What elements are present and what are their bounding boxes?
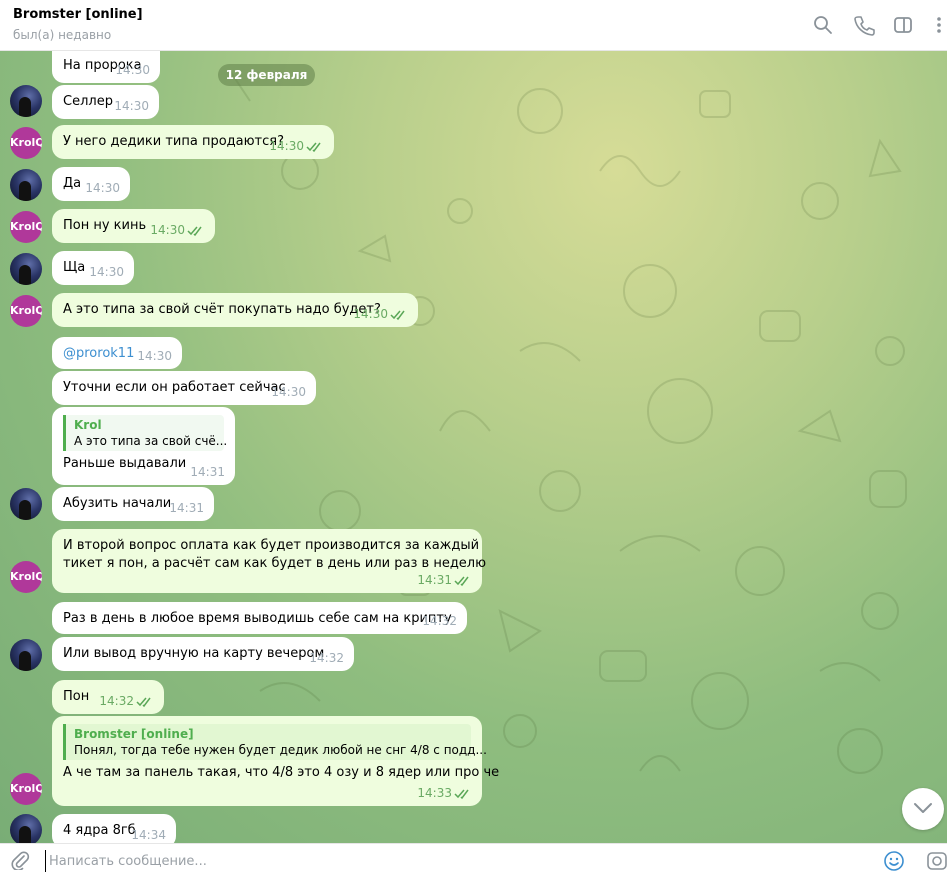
- message-incoming[interactable]: @prorok11 14:30: [52, 337, 182, 369]
- message-incoming[interactable]: Ща 14:30: [52, 251, 134, 285]
- avatar-bromster[interactable]: [10, 814, 42, 843]
- read-check-icon: [187, 226, 202, 237]
- avatar-bromster[interactable]: [10, 488, 42, 520]
- emoji-icon[interactable]: [883, 850, 905, 872]
- reply-quote[interactable]: Bromster [online] Понял, тогда тебе нуже…: [63, 724, 487, 760]
- chat-area[interactable]: 12 февраля На пророка 14:30 Селлер 14:30…: [0, 51, 947, 843]
- message-time: 14:30: [114, 99, 149, 113]
- message-time: 14:34: [131, 828, 166, 842]
- message-time: 14:32: [99, 694, 134, 708]
- message-time: 14:31: [190, 465, 225, 479]
- search-icon[interactable]: [812, 14, 834, 36]
- reply-quote[interactable]: Krol А это типа за свой счё...: [63, 415, 228, 451]
- message-text: Уточни если он работает сейчас: [63, 380, 286, 395]
- message-incoming[interactable]: Селлер 14:30: [52, 85, 159, 119]
- message-time: 14:30: [85, 181, 120, 195]
- message-time: 14:30: [353, 307, 388, 321]
- message-outgoing[interactable]: Пон 14:32: [52, 680, 164, 714]
- reply-author: Bromster [online]: [74, 727, 194, 741]
- avatar-bromster[interactable]: [10, 639, 42, 671]
- message-time: 14:30: [115, 63, 150, 77]
- chat-header: Bromster [online] был(а) недавно: [0, 0, 947, 51]
- avatar-bromster[interactable]: [10, 253, 42, 285]
- message-incoming-reply[interactable]: Krol А это типа за свой счё... Раньше вы…: [52, 407, 235, 485]
- message-outgoing[interactable]: Пон ну кинь 14:30: [52, 209, 215, 243]
- message-text: А че там за панель такая, что 4/8 это 4 …: [63, 765, 500, 780]
- message-incoming[interactable]: Раз в день в любое время выводишь себе с…: [52, 602, 467, 634]
- message-time: 14:30: [137, 349, 172, 363]
- chevron-down-icon: [914, 803, 932, 813]
- message-text-line2: тикет я пон, а расчёт сам как будет в де…: [63, 556, 487, 571]
- message-time: 14:31: [417, 573, 452, 587]
- message-outgoing[interactable]: У него дедики типа продаются? 14:30: [52, 125, 334, 159]
- read-check-icon: [306, 142, 321, 153]
- message-incoming[interactable]: Уточни если он работает сейчас 14:30: [52, 371, 316, 405]
- message-time: 14:33: [417, 786, 452, 800]
- message-outgoing[interactable]: И второй вопрос оплата как будет произво…: [52, 529, 487, 593]
- paperclip-icon[interactable]: [10, 850, 30, 870]
- message-incoming[interactable]: Да 14:30: [52, 167, 130, 201]
- message-time: 14:30: [89, 265, 124, 279]
- message-time: 14:30: [269, 139, 304, 153]
- read-check-icon: [454, 576, 469, 587]
- message-text: Или вывод вручную на карту вечером: [63, 646, 325, 661]
- avatar-krol[interactable]: KrolQ: [10, 127, 42, 159]
- video-message-icon[interactable]: [926, 850, 947, 872]
- avatar-krol[interactable]: KrolQ: [10, 773, 42, 805]
- message-outgoing[interactable]: А это типа за свой счёт покупать надо бу…: [52, 293, 418, 327]
- message-incoming[interactable]: 4 ядра 8гб 14:34: [52, 814, 176, 843]
- phone-icon[interactable]: [853, 14, 875, 36]
- avatar-krol[interactable]: KrolQ: [10, 211, 42, 243]
- message-composer: [0, 843, 947, 873]
- message-incoming[interactable]: Или вывод вручную на карту вечером 14:32: [52, 637, 354, 671]
- message-time: 14:32: [422, 614, 457, 628]
- avatar-bromster[interactable]: [10, 169, 42, 201]
- more-icon[interactable]: [928, 14, 947, 36]
- message-text-line1: И второй вопрос оплата как будет произво…: [63, 538, 480, 553]
- read-check-icon: [454, 789, 469, 800]
- reply-author: Krol: [74, 418, 102, 432]
- message-time: 14:30: [271, 385, 306, 399]
- message-input[interactable]: [45, 850, 851, 872]
- chat-status: был(а) недавно: [13, 28, 112, 42]
- message-incoming[interactable]: Абузить начали 14:31: [52, 487, 214, 521]
- message-incoming[interactable]: На пророка 14:30: [52, 51, 160, 83]
- message-text: Раз в день в любое время выводишь себе с…: [63, 611, 452, 626]
- date-separator: 12 февраля: [218, 64, 315, 86]
- reply-text: Понял, тогда тебе нужен будет дедик любо…: [74, 743, 487, 757]
- message-time: 14:31: [169, 501, 204, 515]
- avatar-bromster[interactable]: [10, 85, 42, 117]
- message-outgoing-reply[interactable]: Bromster [online] Понял, тогда тебе нуже…: [52, 716, 500, 806]
- sidebar-icon[interactable]: [892, 14, 914, 36]
- read-check-icon: [136, 697, 151, 708]
- message-time: 14:30: [150, 223, 185, 237]
- reply-text: А это типа за свой счё...: [74, 434, 228, 448]
- scroll-down-button[interactable]: [902, 788, 944, 830]
- avatar-krol[interactable]: KrolQ: [10, 561, 42, 593]
- chat-title[interactable]: Bromster [online]: [13, 7, 143, 22]
- avatar-krol[interactable]: KrolQ: [10, 295, 42, 327]
- message-time: 14:32: [309, 651, 344, 665]
- read-check-icon: [390, 310, 405, 321]
